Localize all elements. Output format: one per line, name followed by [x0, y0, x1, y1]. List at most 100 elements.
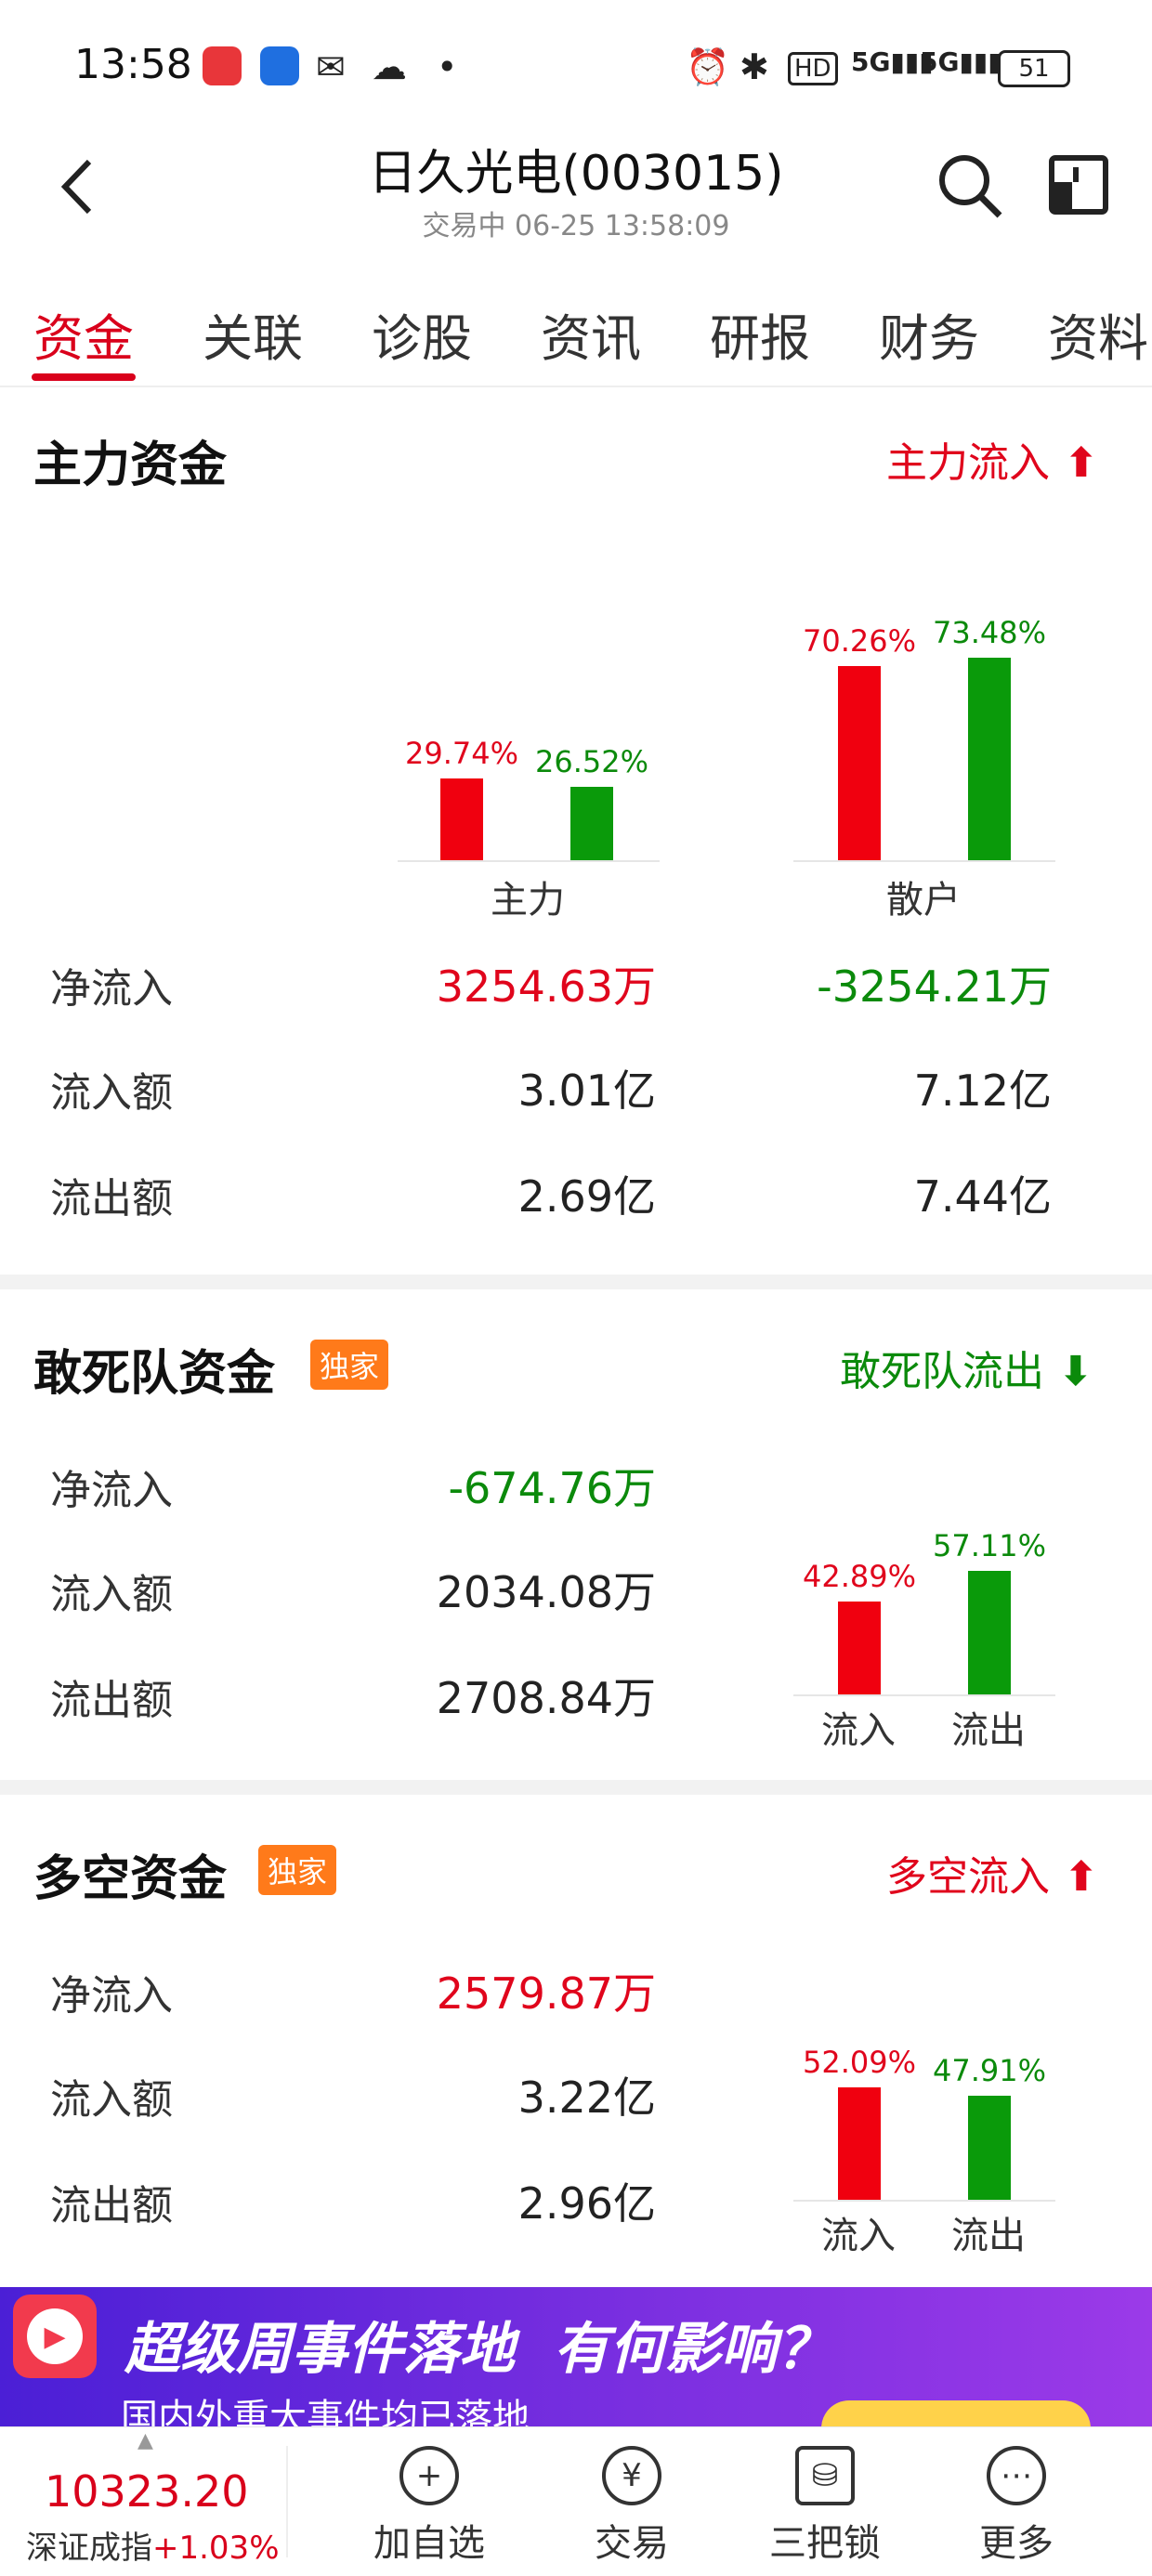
app-icon-blue [260, 46, 299, 85]
app-icon-red [203, 46, 242, 85]
main-inflow-1-label: 70.26% [802, 623, 916, 660]
promo-banner[interactable]: ▶ 超级周事件落地 有何影响？ 国内外重大事件均已落地 [0, 2287, 1152, 2426]
index-change: +1.03% [152, 2530, 280, 2567]
main-outflow-1-label: 73.48% [932, 614, 1046, 650]
dot-icon: • [437, 46, 458, 87]
tab-funds[interactable]: 资金 [33, 297, 134, 371]
chart-baseline-main [398, 860, 660, 862]
dare-row-label-net: 净流入 [50, 1467, 173, 1514]
arrow-up-icon-2: ⬆ [1050, 1853, 1099, 1901]
dare-funds-title: 敢死队资金 [33, 1346, 276, 1402]
tab-finance[interactable]: 财务 [879, 297, 979, 371]
index-name-text: 深证成指 [26, 2530, 152, 2567]
index-caret-icon: ▲ [137, 2429, 153, 2452]
index-value[interactable]: 10323.20 [45, 2466, 249, 2517]
main-outflow-1-bar [968, 657, 1011, 860]
status-time: 13:58 [74, 41, 192, 88]
bluetooth-icon: ✱ [740, 46, 769, 87]
index-name[interactable]: 深证成指+1.03% [26, 2522, 280, 2568]
category-label-retail: 散户 [886, 879, 961, 922]
locks-icon: ⛁ [795, 2446, 855, 2505]
main-row-label-out: 流出额 [50, 1175, 173, 1223]
longshort-out-bar [968, 2096, 1011, 2200]
battery-icon: 51 [998, 50, 1070, 87]
tab-diagnosis[interactable]: 诊股 [372, 297, 472, 371]
tab-research[interactable]: 研报 [710, 297, 810, 371]
tab-bar: 资金 关联 诊股 资讯 研报 财务 资料 [0, 279, 1152, 387]
nav-trade[interactable]: ¥ 交易 [548, 2446, 715, 2567]
nav-add-watchlist[interactable]: + 加自选 [346, 2446, 513, 2567]
longshort-in-bar [838, 2086, 881, 2200]
add-circle-icon: + [399, 2446, 459, 2505]
section-divider-2 [0, 1780, 1152, 1795]
main-row-label-in: 流入额 [50, 1069, 173, 1117]
main-outflow-0-bar [570, 787, 613, 860]
main-row-label-net: 净流入 [50, 965, 173, 1013]
dare-net-inflow: -674.76万 [448, 1463, 656, 1513]
longshort-row-label-net: 净流入 [50, 1972, 173, 2020]
status-bar: 13:58 ✉ ☁ • ⏰ ✱ HD 5G▮▮▮ 5G▮▮▮ 51 [0, 0, 1152, 130]
search-icon[interactable] [935, 150, 1005, 221]
nav-three-locks[interactable]: ⛁ 三把锁 [741, 2446, 909, 2567]
dare-out-label: 57.11% [932, 1527, 1046, 1563]
main-flow-text: 主力流入 [886, 439, 1050, 487]
main-outflow-amount: 2.69亿 [517, 1171, 656, 1222]
main-inflow-amount: 3.01亿 [517, 1066, 656, 1116]
category-label-dare-in: 流入 [821, 1709, 896, 1752]
dare-flow-label: 敢死队流出 ⬇ [840, 1338, 1093, 1397]
play-icon: ▶ [13, 2295, 97, 2378]
chart-baseline-retail [793, 860, 1055, 862]
main-funds-title: 主力资金 [33, 438, 228, 493]
retail-outflow-amount: 7.44亿 [913, 1171, 1052, 1222]
tab-news[interactable]: 资讯 [541, 297, 641, 371]
dare-in-bar [838, 1602, 881, 1694]
exclusive-badge-2: 独家 [258, 1845, 337, 1895]
exclusive-badge: 独家 [310, 1340, 389, 1390]
main-flow-label: 主力流入 ⬆ [886, 429, 1098, 489]
main-outflow-0-label: 26.52% [534, 744, 648, 780]
hd-icon: HD [788, 52, 838, 85]
alarm-icon: ⏰ [686, 46, 730, 87]
banner-cta [821, 2400, 1091, 2426]
nav-label-trade: 交易 [595, 2522, 669, 2565]
retail-inflow-amount: 7.12亿 [913, 1066, 1052, 1116]
chart-baseline-dare [793, 1694, 1055, 1696]
bottom-divider [286, 2446, 288, 2557]
yen-icon: ¥ [602, 2446, 661, 2505]
chart-baseline-longshort [793, 2200, 1055, 2202]
nav-label-locks: 三把锁 [769, 2522, 881, 2565]
banner-subline: 国内外重大事件均已落地 [121, 2397, 530, 2426]
longshort-funds-title: 多空资金 [33, 1851, 228, 1907]
dare-flow-text: 敢死队流出 [840, 1348, 1044, 1395]
longshort-flow-text: 多空流入 [886, 1853, 1050, 1901]
banner-headline: 超级周事件落地 有何影响？ [124, 2317, 832, 2382]
longshort-flow-label: 多空流入 ⬆ [886, 1843, 1098, 1903]
main-funds-chart: 29.74% 26.52% 70.26% 73.48% 主力 散户 [0, 595, 1152, 922]
bottom-bar: ▲ 10323.20 深证成指+1.03% + 加自选 ¥ 交易 ⛁ 三把锁 ⋯… [0, 2426, 1152, 2576]
category-label-ls-in: 流入 [821, 2215, 896, 2257]
more-icon: ⋯ [987, 2446, 1046, 2505]
main-inflow-1-bar [838, 666, 881, 860]
dare-funds-chart: 42.89% 57.11% 流入 流出 [0, 1523, 1152, 1752]
arrow-up-icon: ⬆ [1050, 439, 1099, 487]
signal-5g-2-icon: 5G▮▮▮ [920, 46, 1002, 77]
tab-related[interactable]: 关联 [203, 297, 303, 371]
nav-more[interactable]: ⋯ 更多 [933, 2446, 1100, 2567]
category-label-ls-out: 流出 [951, 2215, 1026, 2257]
wechat-icon: ✉ [316, 46, 346, 87]
share-icon[interactable] [1048, 154, 1109, 216]
nav-label-more: 更多 [979, 2522, 1054, 2565]
main-inflow-0-bar [440, 778, 483, 860]
tab-profile[interactable]: 资料 [1048, 297, 1148, 371]
longshort-in-label: 52.09% [802, 2044, 916, 2080]
category-label-dare-out: 流出 [951, 1709, 1026, 1752]
longshort-net-inflow: 2579.87万 [436, 1968, 656, 2019]
main-net-inflow: 3254.63万 [436, 961, 656, 1012]
longshort-out-label: 47.91% [932, 2053, 1046, 2089]
retail-net-inflow: -3254.21万 [817, 961, 1052, 1012]
arrow-down-icon: ⬇ [1044, 1348, 1093, 1395]
chat-bubble-icon: ☁ [372, 46, 407, 87]
category-label-main: 主力 [491, 879, 565, 922]
dare-out-bar [968, 1570, 1011, 1694]
main-inflow-0-label: 29.74% [404, 735, 518, 771]
